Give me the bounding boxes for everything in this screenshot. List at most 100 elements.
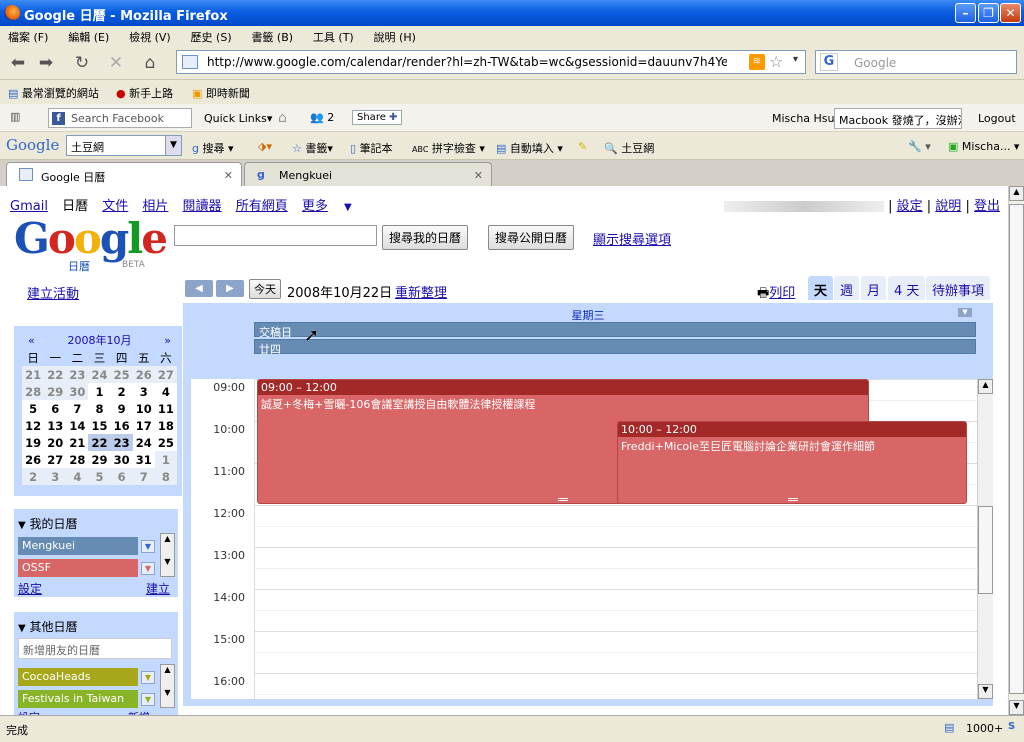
minical-day[interactable]: 30 [66,383,89,400]
minical-day[interactable]: 22 [44,366,67,383]
calendar-item-festivals[interactable]: Festivals in Taiwan [18,690,138,708]
toolbar-spellcheck-button[interactable]: ABC 拼字檢查 ▾ [412,140,485,156]
allday-event-deadline[interactable]: 交稿日 [254,322,976,339]
toolbar-account-button[interactable]: ▣ Mischa... ▾ [948,140,1019,153]
minical-day[interactable]: 16 [111,417,133,434]
minical-prev-icon[interactable]: « [28,332,35,349]
stop-icon[interactable]: ✕ [104,51,128,75]
other-calendars-scrollbar[interactable]: ▲ ▼ [160,664,175,708]
view-tab-agenda[interactable]: 待辦事項 [926,276,991,300]
facebook-home-icon[interactable]: ⌂ [278,110,287,126]
minical-day[interactable]: 4 [66,468,89,485]
refresh-link[interactable]: 重新整理 [395,282,447,301]
calendar-options-icon[interactable]: ▼ [141,693,155,706]
minical-day[interactable]: 6 [44,400,66,417]
minical-next-icon[interactable]: » [164,332,171,349]
more-arrow-icon[interactable]: ▼ [344,202,352,213]
forward-icon[interactable]: ➡ [34,51,58,75]
minical-day[interactable]: 12 [22,417,44,434]
event-block[interactable]: 10:00 – 12:00 Freddi+Micole至巨匠電腦討論企業研討會運… [617,421,967,504]
show-search-options-link[interactable]: 顯示搜尋選項 [593,229,671,248]
home-icon[interactable]: ⌂ [138,51,162,75]
toolbar-search-button[interactable]: g 搜尋 ▾ [192,140,234,156]
minical-day[interactable]: 2 [111,383,133,400]
nav-docs[interactable]: 文件 [102,199,128,214]
addon-status-icon[interactable]: S [1008,721,1015,732]
nav-more[interactable]: 更多 [302,199,338,214]
toolbar-bookmarks-button[interactable]: ☆ 書籤▾ [292,140,333,156]
scroll-down-icon[interactable]: ▼ [978,684,993,699]
minical-day[interactable]: 20 [44,434,66,451]
settings-link[interactable]: 設定 [897,199,923,214]
help-link[interactable]: 說明 [935,199,961,214]
allday-lunar-date[interactable]: 廿四 [254,339,976,356]
minical-day[interactable]: 7 [66,400,88,417]
search-my-calendars-button[interactable]: 搜尋我的日曆 [382,225,469,250]
highlighter-icon[interactable]: ✎ [578,140,587,153]
minical-day[interactable]: 8 [88,400,110,417]
calendar-options-icon[interactable]: ▼ [141,540,155,553]
minical-day[interactable]: 24 [133,434,155,451]
scroll-up-icon[interactable]: ▲ [978,379,993,394]
tab-close-icon[interactable]: ✕ [224,169,233,182]
toolbar-custom-search-button[interactable]: 🔍 土豆網 [604,140,654,156]
calendar-item-mengkuei[interactable]: Mengkuei [18,537,138,555]
minical-day[interactable]: 5 [88,468,111,485]
bookmark-most-visited[interactable]: ▤ 最常瀏覽的網站 [8,85,99,101]
menu-bookmarks[interactable]: 書籤 (B) [243,26,301,48]
google-toolbar-logo[interactable]: Google [6,136,59,154]
reload-icon[interactable]: ↻ [70,51,94,75]
create-event-link[interactable]: 建立活動 [27,283,79,302]
minical-day[interactable]: 3 [44,468,67,485]
bookmark-latest-news[interactable]: ▣ 即時新聞 [192,85,250,101]
extension-status-icon[interactable]: ▤ [944,721,954,734]
add-friend-calendar-input[interactable]: 新增朋友的日曆 [18,638,172,659]
scrollbar-thumb[interactable] [1009,204,1024,694]
bookmark-getting-started[interactable]: ● 新手上路 [116,85,173,101]
minical-day[interactable]: 29 [44,383,67,400]
next-day-icon[interactable]: ▶ [216,280,244,297]
minical-day[interactable]: 11 [155,400,177,417]
nav-photos[interactable]: 相片 [142,199,168,214]
today-button[interactable]: 今天 [249,279,281,299]
logout-link[interactable]: 登出 [974,199,1000,214]
bookmark-star-icon[interactable]: ☆ [769,52,783,71]
url-bar[interactable]: http://www.google.com/calendar/render?hl… [176,50,806,74]
facebook-search-input[interactable]: f Search Facebook [48,108,192,128]
minical-day[interactable]: 8 [154,468,177,485]
my-calendars-create-link[interactable]: 建立 [146,580,170,597]
facebook-logout-link[interactable]: Logout [978,112,1016,125]
minical-day[interactable]: 9 [111,400,133,417]
toolbar-notebook-button[interactable]: ▯ 筆記本 [350,140,393,156]
scroll-down-icon[interactable]: ▼ [1009,700,1024,715]
facebook-status-input[interactable]: Macbook 發燒了，沒辦法 [834,108,962,129]
minical-day[interactable]: 27 [154,366,177,383]
google-toolbar-search[interactable]: 土豆網 ▼ [66,135,182,156]
minical-day[interactable]: 15 [88,417,110,434]
my-calendars-header[interactable]: ▼ 我的日曆 [18,515,78,532]
nav-reader[interactable]: 閱讀器 [183,199,222,214]
scroll-down-icon[interactable]: ▼ [161,557,174,566]
minical-day[interactable]: 6 [110,468,133,485]
web-search-box[interactable]: G Google [815,50,1017,74]
minical-day[interactable]: 26 [132,366,155,383]
menu-edit[interactable]: 編輯 (E) [60,26,117,48]
minical-day[interactable]: 22 [88,434,111,451]
minical-day[interactable]: 23 [110,434,133,451]
minical-day[interactable]: 23 [66,366,89,383]
minical-day[interactable]: 28 [66,451,88,468]
nav-gmail[interactable]: Gmail [10,199,48,214]
minical-day[interactable]: 28 [22,383,45,400]
minical-day[interactable]: 30 [111,451,133,468]
resize-handle-icon[interactable] [558,498,568,501]
toolbar-extras-icon[interactable]: ⬗▾ [258,140,272,153]
scrollbar-thumb[interactable] [978,506,993,594]
other-calendars-header[interactable]: ▼ 其他日曆 [18,618,78,635]
toolbar-autofill-button[interactable]: ▤ 自動填入 ▾ [496,140,563,156]
header-collapse-icon[interactable]: ▼ [958,308,972,317]
toolbar-grip-icon[interactable]: ▥ [10,110,20,123]
close-button[interactable]: ✕ [1000,3,1021,23]
minical-day[interactable]: 4 [155,383,177,400]
prev-day-icon[interactable]: ◀ [185,280,213,297]
view-tab-month[interactable]: 月 [861,276,887,300]
